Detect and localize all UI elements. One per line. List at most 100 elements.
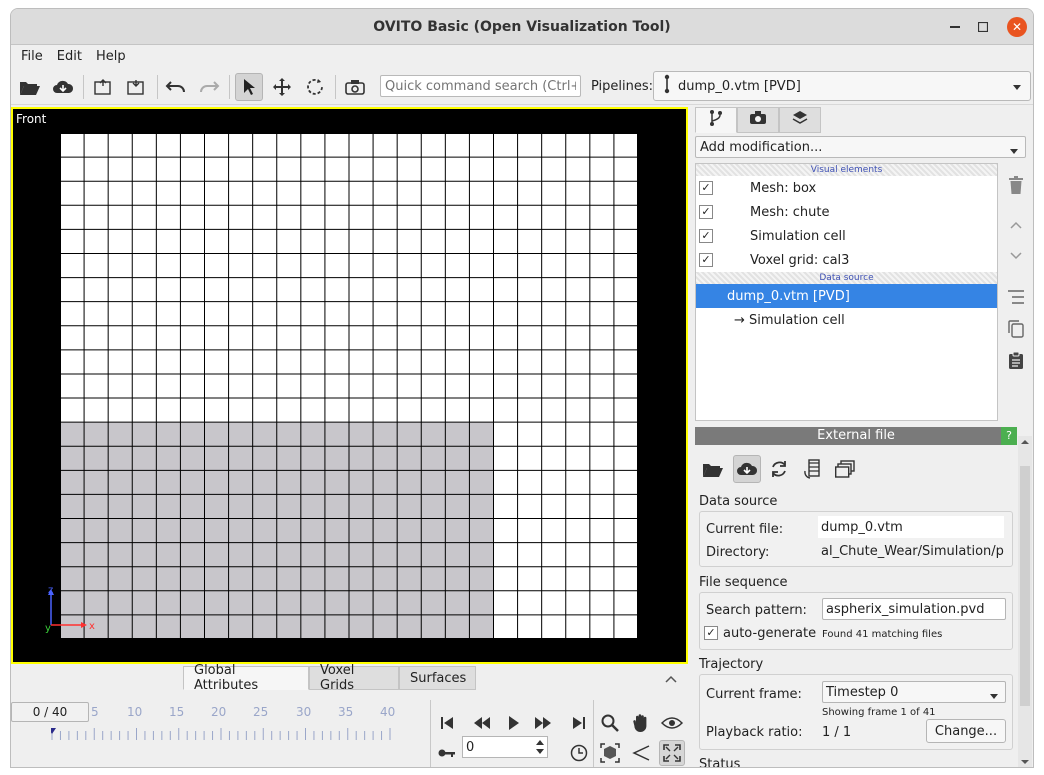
- search-pattern-input[interactable]: aspherix_simulation.pvd: [822, 598, 1006, 620]
- clock-icon[interactable]: [566, 740, 592, 766]
- visible-checkbox[interactable]: ✓: [699, 181, 713, 195]
- clipboard-icon[interactable]: [1004, 348, 1028, 372]
- jump-start-icon[interactable]: [434, 710, 460, 736]
- current-frame-select[interactable]: Timestep 0: [822, 681, 1006, 703]
- pipeline-selector[interactable]: dump_0.vtm [PVD]: [653, 71, 1031, 101]
- list-item[interactable]: ✓ Mesh: chute: [696, 200, 997, 224]
- pan-hand-icon[interactable]: [628, 710, 654, 736]
- tab-surfaces[interactable]: Surfaces: [399, 666, 476, 690]
- list-item[interactable]: ✓ Simulation cell: [696, 224, 997, 248]
- move-up-icon[interactable]: [1004, 213, 1028, 237]
- list-item-label: Mesh: box: [750, 180, 817, 196]
- close-icon[interactable]: ✕: [1007, 17, 1027, 37]
- list-item[interactable]: ✓ Voxel grid: cal3: [696, 248, 997, 272]
- open-folder-icon[interactable]: [16, 73, 44, 101]
- cloud-download-icon[interactable]: [49, 73, 77, 101]
- command-panel: Add modification... Visual elements ✓ Me…: [694, 107, 1033, 767]
- play-icon[interactable]: [501, 710, 527, 736]
- timeline-marker: [48, 728, 56, 734]
- select-mode-icon[interactable]: [235, 73, 263, 101]
- tick-label: 5: [91, 705, 99, 719]
- undo-icon[interactable]: [162, 73, 190, 101]
- tick-label: 10: [127, 705, 143, 719]
- step-back-icon[interactable]: [469, 710, 495, 736]
- frame-counter[interactable]: 0 / 40: [11, 702, 89, 722]
- data-source-header: Data source: [696, 272, 997, 284]
- spinner-arrows-icon[interactable]: [535, 739, 545, 759]
- redo-icon[interactable]: [195, 73, 223, 101]
- viewport-front[interactable]: Front z y x: [11, 107, 688, 664]
- data-source-group: Current file: dump_0.vtm Directory: al_C…: [699, 511, 1013, 567]
- step-forward-icon[interactable]: [530, 710, 556, 736]
- pipeline-icon: [664, 74, 670, 98]
- pipeline-selected-label: dump_0.vtm [PVD]: [678, 78, 801, 94]
- pipeline-tab-icon: [709, 109, 723, 131]
- tab-global-attributes[interactable]: Global Attributes: [183, 663, 309, 693]
- voxel-grid: [60, 133, 638, 643]
- load-session-icon[interactable]: [89, 73, 117, 101]
- data-source-item[interactable]: dump_0.vtm [PVD]: [696, 284, 997, 308]
- copy-icon[interactable]: [1004, 317, 1028, 341]
- axis-z-label: z: [48, 585, 53, 596]
- orbit-eye-icon[interactable]: [659, 710, 685, 736]
- key-icon[interactable]: [434, 740, 460, 766]
- list-item-label: Simulation cell: [750, 228, 846, 244]
- jump-end-icon[interactable]: [566, 710, 592, 736]
- menu-edit[interactable]: Edit: [57, 49, 82, 64]
- tick-label: 20: [211, 705, 227, 719]
- tab-voxel-grids[interactable]: Voxel Grids: [309, 663, 399, 693]
- visible-checkbox[interactable]: ✓: [699, 229, 713, 243]
- help-button[interactable]: ?: [1001, 427, 1017, 445]
- zoom-icon[interactable]: [597, 710, 623, 736]
- maximize-viewport-icon[interactable]: [659, 740, 685, 766]
- auto-generate-label: auto-generate: [723, 626, 817, 641]
- tab-pipeline[interactable]: [695, 107, 737, 133]
- group-icon[interactable]: [1004, 285, 1028, 309]
- window-title: OVITO Basic (Open Visualization Tool): [373, 18, 671, 35]
- camera-icon[interactable]: [341, 73, 369, 101]
- save-session-icon[interactable]: [122, 73, 150, 101]
- tick-label: 25: [253, 705, 269, 719]
- menu-help[interactable]: Help: [96, 49, 126, 64]
- chevron-down-icon: [1009, 144, 1019, 159]
- change-button[interactable]: Change...: [926, 719, 1006, 743]
- cloud-download-icon[interactable]: [733, 455, 761, 483]
- reload-icon[interactable]: [765, 455, 793, 483]
- list-item[interactable]: ✓ Mesh: box: [696, 176, 997, 200]
- visible-checkbox[interactable]: ✓: [699, 205, 713, 219]
- list-item-label: Mesh: chute: [750, 204, 830, 220]
- minimize-icon[interactable]: [945, 17, 965, 37]
- chevron-up-icon[interactable]: [665, 672, 677, 687]
- showing-frame-text: Showing frame 1 of 41: [822, 707, 936, 718]
- tab-overlays[interactable]: [779, 107, 821, 133]
- tick-label: 30: [296, 705, 312, 719]
- zoom-scene-extents-icon[interactable]: [597, 740, 623, 766]
- open-folder-icon[interactable]: [699, 455, 727, 483]
- pipelines-label: Pipelines:: [591, 79, 654, 94]
- panel-scrollbar[interactable]: [1018, 436, 1032, 767]
- current-frame-label: Current frame:: [706, 687, 802, 702]
- visible-checkbox[interactable]: ✓: [699, 253, 713, 267]
- maximize-icon[interactable]: [973, 17, 993, 37]
- file-sequence-icon[interactable]: [831, 455, 859, 483]
- timeline-slider[interactable]: [48, 726, 391, 742]
- delete-icon[interactable]: [1004, 173, 1028, 197]
- auto-generate-checkbox[interactable]: ✓: [704, 626, 718, 640]
- add-modification-label: Add modification...: [700, 139, 823, 155]
- viewport-caption[interactable]: Front: [16, 112, 46, 126]
- data-source-child[interactable]: → Simulation cell: [696, 308, 997, 332]
- frame-spinner[interactable]: 0: [462, 736, 548, 758]
- update-trajectory-icon[interactable]: [799, 455, 827, 483]
- tab-render[interactable]: [737, 107, 779, 133]
- command-search-input[interactable]: [380, 75, 581, 97]
- rotate-mode-icon[interactable]: [301, 73, 329, 101]
- menu-bar: File Edit Help: [11, 45, 1033, 67]
- move-mode-icon[interactable]: [268, 73, 296, 101]
- field-of-view-icon[interactable]: [628, 740, 654, 766]
- playback-ratio-value: 1 / 1: [822, 725, 852, 740]
- move-down-icon[interactable]: [1004, 244, 1028, 268]
- camera-tab-icon: [749, 111, 767, 129]
- file-sequence-section-title: File sequence: [699, 575, 788, 590]
- add-modification-select[interactable]: Add modification...: [695, 136, 1026, 158]
- menu-file[interactable]: File: [21, 49, 43, 64]
